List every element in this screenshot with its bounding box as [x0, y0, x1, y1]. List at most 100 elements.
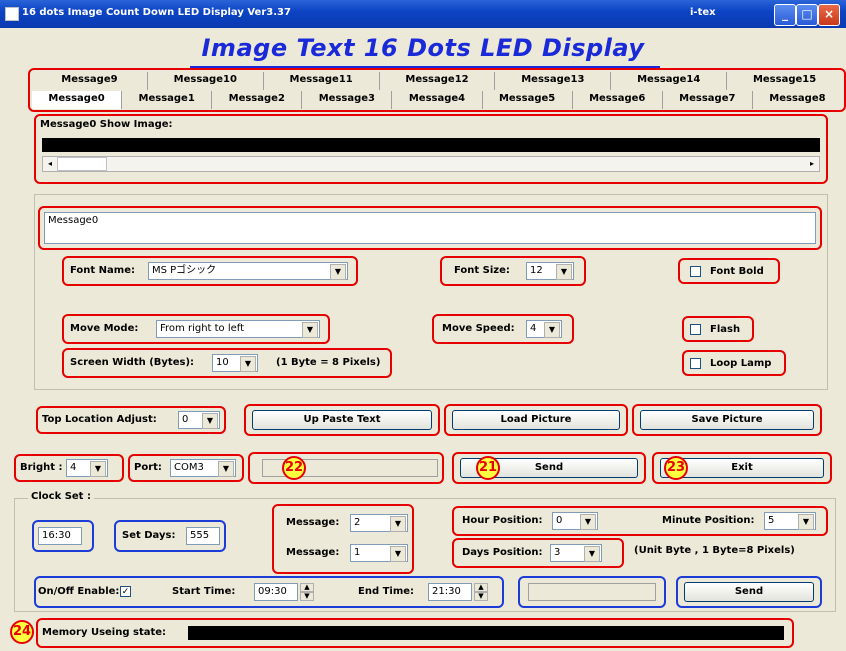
port-select[interactable]: COM3 ▼: [170, 459, 236, 477]
save-picture-button[interactable]: Save Picture: [640, 410, 814, 430]
loop-lamp-group: Loop Lamp: [682, 350, 786, 376]
hour-position-select[interactable]: 0 ▼: [552, 512, 598, 530]
status-frame: 22: [248, 452, 444, 484]
clock-message2-label: Message:: [286, 547, 340, 558]
end-time-field[interactable]: 21:30: [428, 583, 472, 601]
save-button-frame: Save Picture: [632, 404, 822, 436]
tab-message8[interactable]: Message8: [753, 91, 842, 109]
scroll-right-icon[interactable]: ▸: [805, 157, 819, 171]
tab-message6[interactable]: Message6: [573, 91, 663, 109]
tab-message14[interactable]: Message14: [611, 72, 728, 90]
set-days-label: Set Days:: [122, 530, 176, 541]
tab-message7[interactable]: Message7: [663, 91, 753, 109]
maximize-icon[interactable]: □: [796, 4, 818, 26]
chevron-down-icon[interactable]: ▼: [302, 322, 318, 338]
tab-message0[interactable]: Message0: [32, 91, 123, 109]
chevron-down-icon[interactable]: ▼: [240, 356, 256, 372]
clock-set-label: Clock Set :: [28, 491, 94, 502]
clock-time-frame: 16:30: [32, 520, 94, 552]
top-adjust-select[interactable]: 0 ▼: [178, 411, 220, 429]
start-time-field[interactable]: 09:30: [254, 583, 298, 601]
scroll-thumb[interactable]: [57, 157, 107, 171]
chevron-down-icon[interactable]: ▼: [330, 264, 346, 280]
tab-message2[interactable]: Message2: [212, 91, 303, 109]
font-size-label: Font Size:: [454, 265, 510, 276]
close-icon[interactable]: ×: [818, 4, 840, 26]
chevron-down-icon[interactable]: ▼: [202, 413, 218, 429]
spin-down-icon[interactable]: ▼: [474, 592, 488, 601]
clock-message2-select[interactable]: 1 ▼: [350, 544, 408, 562]
clock-status-field: [528, 583, 656, 601]
tab-message15[interactable]: Message15: [727, 72, 842, 90]
chevron-down-icon[interactable]: ▼: [218, 461, 234, 477]
clock-message1-select[interactable]: 2 ▼: [350, 514, 408, 532]
spin-down-icon[interactable]: ▼: [300, 592, 314, 601]
days-position-select[interactable]: 3 ▼: [550, 544, 602, 562]
top-adjust-label: Top Location Adjust:: [42, 414, 157, 425]
tab-message12[interactable]: Message12: [380, 72, 496, 90]
marker-22: 22: [282, 456, 306, 480]
chevron-down-icon[interactable]: ▼: [390, 546, 406, 562]
chevron-down-icon[interactable]: ▼: [556, 264, 572, 280]
window-title: 16 dots Image Count Down LED Display Ver…: [22, 7, 291, 18]
screen-width-value: 10: [216, 357, 229, 368]
message-text-frame: Message0: [38, 206, 822, 250]
load-picture-button[interactable]: Load Picture: [452, 410, 620, 430]
hour-position-label: Hour Position:: [462, 515, 543, 526]
message-text-input[interactable]: Message0: [44, 212, 816, 244]
set-days-field[interactable]: 555: [186, 527, 220, 545]
marker-21: 21: [476, 456, 500, 480]
clock-time-field[interactable]: 16:30: [38, 527, 82, 545]
show-image-label: Message0 Show Image:: [40, 119, 173, 130]
tab-message13[interactable]: Message13: [495, 72, 612, 90]
font-size-select[interactable]: 12 ▼: [526, 262, 574, 280]
tab-message10[interactable]: Message10: [148, 72, 264, 90]
spin-up-icon[interactable]: ▲: [474, 583, 488, 592]
tab-message3[interactable]: Message3: [302, 91, 393, 109]
exit-button-frame: Exit 23: [652, 452, 832, 484]
tab-row-bottom: Message0 Message1 Message2 Message3 Mess…: [32, 91, 842, 109]
move-mode-select[interactable]: From right to left ▼: [156, 320, 320, 338]
paste-text-button[interactable]: Up Paste Text: [252, 410, 432, 430]
end-time-label: End Time:: [358, 586, 415, 597]
marker-23: 23: [664, 456, 688, 480]
enable-checkbox[interactable]: ✓: [120, 586, 131, 597]
set-days-frame: Set Days: 555: [114, 520, 226, 552]
marker-24: 24: [10, 620, 34, 644]
clock-message2-value: 1: [354, 547, 361, 558]
move-speed-select[interactable]: 4 ▼: [526, 320, 562, 338]
chevron-down-icon[interactable]: ▼: [584, 546, 600, 562]
schedule-frame: On/Off Enable: ✓ Start Time: 09:30 ▲ ▼ E…: [34, 576, 504, 608]
title-bar: 16 dots Image Count Down LED Display Ver…: [0, 0, 846, 28]
minimize-icon[interactable]: _: [774, 4, 796, 26]
tab-message9[interactable]: Message9: [32, 72, 148, 90]
tab-message11[interactable]: Message11: [264, 72, 380, 90]
led-preview: [42, 138, 820, 152]
chevron-down-icon[interactable]: ▼: [390, 516, 406, 532]
loop-lamp-checkbox[interactable]: [690, 358, 701, 369]
scroll-left-icon[interactable]: ◂: [43, 157, 57, 171]
chevron-down-icon[interactable]: ▼: [798, 514, 814, 530]
font-bold-label: Font Bold: [710, 266, 764, 277]
minute-position-select[interactable]: 5 ▼: [764, 512, 816, 530]
bright-select[interactable]: 4 ▼: [66, 459, 108, 477]
preview-scrollbar[interactable]: ◂ ▸: [42, 156, 820, 172]
bright-value: 4: [70, 462, 77, 473]
clock-message1-label: Message:: [286, 517, 340, 528]
font-bold-checkbox[interactable]: [690, 266, 701, 277]
chevron-down-icon[interactable]: ▼: [580, 514, 596, 530]
clock-status-frame: [518, 576, 666, 608]
flash-checkbox[interactable]: [690, 324, 701, 335]
spin-up-icon[interactable]: ▲: [300, 583, 314, 592]
tab-message5[interactable]: Message5: [483, 91, 573, 109]
chevron-down-icon[interactable]: ▼: [544, 322, 560, 338]
move-speed-value: 4: [530, 323, 537, 334]
unit-note: (Unit Byte , 1 Byte=8 Pixels): [634, 545, 795, 556]
tab-message4[interactable]: Message4: [392, 91, 483, 109]
font-name-select[interactable]: MS Pゴシック ▼: [148, 262, 348, 280]
tab-message1[interactable]: Message1: [122, 91, 213, 109]
port-label: Port:: [134, 462, 162, 473]
chevron-down-icon[interactable]: ▼: [90, 461, 106, 477]
screen-width-select[interactable]: 10 ▼: [212, 354, 258, 372]
clock-send-button[interactable]: Send: [684, 582, 814, 602]
